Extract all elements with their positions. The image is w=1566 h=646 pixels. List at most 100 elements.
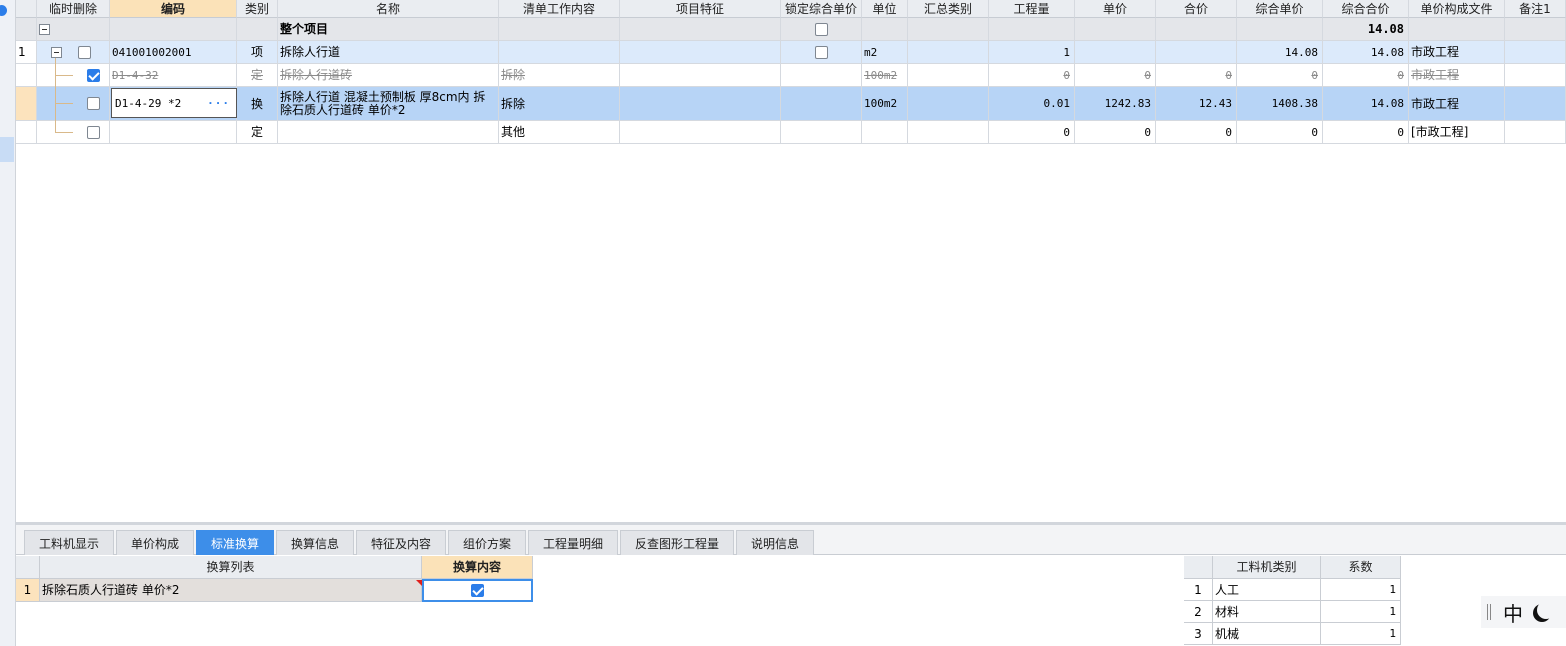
row-unit-price[interactable]: 1242.83 [1075, 87, 1156, 121]
table-row-selected[interactable]: 换 拆除人行道 混凝土预制板 厚8cm内 拆除石质人行道砖 单价*2 拆除 10… [16, 87, 1566, 121]
row-unit-price[interactable] [1075, 41, 1156, 64]
row-unit[interactable]: m2 [862, 41, 908, 64]
moon-icon[interactable] [1537, 601, 1555, 619]
row-unit[interactable]: 100m2 [862, 64, 908, 87]
tab-pricing-scheme[interactable]: 组价方案 [448, 530, 526, 555]
row-price-file[interactable]: [市政工程] [1409, 121, 1505, 144]
row-code[interactable] [110, 121, 237, 144]
factor-value[interactable]: 1 [1321, 579, 1401, 601]
row-remark[interactable] [1505, 41, 1566, 64]
row-work-content[interactable] [499, 41, 620, 64]
row-price-file[interactable]: 市政工程 [1409, 64, 1505, 87]
header-conversion-list[interactable]: 换算列表 [40, 556, 422, 579]
header-code[interactable]: 编码 [110, 0, 237, 18]
row-remark[interactable] [1505, 121, 1566, 144]
row-name[interactable] [278, 121, 499, 144]
header-material-category[interactable]: 工料机类别 [1213, 556, 1321, 579]
ime-mode-label[interactable]: 中 [1503, 598, 1523, 627]
temp-delete-checkbox[interactable] [78, 45, 91, 59]
row-name[interactable]: 拆除人行道 [278, 41, 499, 64]
row-summary-type[interactable] [908, 64, 989, 87]
row-work-content[interactable]: 其他 [499, 121, 620, 144]
row-work-content[interactable]: 拆除 [499, 64, 620, 87]
code-edit-input[interactable]: D1-4-29 *2 ··· [111, 88, 237, 118]
row-comp-total[interactable]: 14.08 [1323, 87, 1409, 121]
row-type[interactable]: 项 [237, 41, 278, 64]
row-comp-total[interactable]: 0 [1323, 121, 1409, 144]
conversion-row[interactable]: 1 拆除石质人行道砖 单价*2 [16, 579, 536, 602]
header-factor[interactable]: 系数 [1321, 556, 1401, 579]
header-unit-price[interactable]: 单价 [1075, 0, 1156, 18]
row-price-file[interactable]: 市政工程 [1409, 87, 1505, 121]
row-comp-total[interactable]: 0 [1323, 64, 1409, 87]
header-quantity[interactable]: 工程量 [989, 0, 1075, 18]
row-price-file[interactable]: 市政工程 [1409, 41, 1505, 64]
tab-conversion-info[interactable]: 换算信息 [276, 530, 354, 555]
collapse-icon[interactable] [0, 5, 7, 16]
row-type[interactable]: 定 [237, 121, 278, 144]
row-feature[interactable] [620, 64, 781, 87]
conversion-checkbox[interactable] [471, 584, 484, 597]
header-comp-total[interactable]: 综合合价 [1323, 0, 1409, 18]
row-total[interactable] [1156, 41, 1237, 64]
ime-toolbar[interactable]: 中 [1481, 596, 1566, 628]
lock-price-checkbox[interactable] [814, 22, 828, 36]
tab-description-info[interactable]: 说明信息 [736, 530, 814, 555]
header-temp-delete[interactable]: 临时删除 [37, 0, 110, 18]
header-summary-type[interactable]: 汇总类别 [908, 0, 989, 18]
header-unit[interactable]: 单位 [862, 0, 908, 18]
row-unit-price[interactable]: 0 [1075, 121, 1156, 144]
factor-row[interactable]: 3 机械 1 [1184, 623, 1401, 645]
row-quantity[interactable]: 1 [989, 41, 1075, 64]
row-type[interactable]: 换 [237, 87, 278, 121]
lock-price-checkbox[interactable] [814, 45, 828, 59]
temp-delete-checkbox[interactable] [87, 68, 100, 82]
row-comp-unit-price[interactable]: 14.08 [1237, 41, 1323, 64]
row-name[interactable]: 拆除人行道 混凝土预制板 厚8cm内 拆除石质人行道砖 单价*2 [278, 87, 499, 121]
row-summary-type[interactable] [908, 87, 989, 121]
row-feature[interactable] [620, 41, 781, 64]
tab-reverse-graphic-quantity[interactable]: 反查图形工程量 [620, 530, 734, 555]
factor-value[interactable]: 1 [1321, 601, 1401, 623]
factor-row[interactable]: 2 材料 1 [1184, 601, 1401, 623]
row-code[interactable]: 041001002001 [110, 41, 237, 64]
tab-features-content[interactable]: 特征及内容 [356, 530, 446, 555]
row-total[interactable]: 0 [1156, 121, 1237, 144]
header-remark[interactable]: 备注1 [1505, 0, 1566, 18]
conversion-name[interactable]: 拆除石质人行道砖 单价*2 [40, 579, 422, 602]
temp-delete-checkbox[interactable] [87, 97, 100, 110]
row-unit-price[interactable]: 0 [1075, 64, 1156, 87]
header-conversion-content[interactable]: 换算内容 [422, 556, 533, 579]
row-remark[interactable] [1505, 87, 1566, 121]
row-code[interactable]: D1-4-32 [110, 64, 237, 87]
drag-handle-icon[interactable] [1487, 604, 1491, 620]
collapse-toggle-icon[interactable] [51, 46, 62, 58]
header-comp-unit-price[interactable]: 综合单价 [1237, 0, 1323, 18]
row-quantity[interactable]: 0 [989, 121, 1075, 144]
table-row[interactable]: 1 041001002001 项 拆除人行道 m2 1 14.08 14.08 … [16, 41, 1566, 64]
row-feature[interactable] [620, 87, 781, 121]
header-price-file[interactable]: 单价构成文件 [1409, 0, 1505, 18]
row-comp-total[interactable]: 14.08 [1323, 41, 1409, 64]
header-type[interactable]: 类别 [237, 0, 278, 18]
row-name[interactable]: 拆除人行道砖 [278, 64, 499, 87]
header-name[interactable]: 名称 [278, 0, 499, 18]
tab-unit-price-composition[interactable]: 单价构成 [116, 530, 194, 555]
row-unit[interactable] [862, 121, 908, 144]
row-remark[interactable] [1505, 64, 1566, 87]
more-options-icon[interactable]: ··· [207, 97, 230, 110]
row-type[interactable]: 定 [237, 64, 278, 87]
temp-delete-checkbox[interactable] [87, 125, 100, 139]
factor-row[interactable]: 1 人工 1 [1184, 579, 1401, 601]
table-row[interactable]: 定 其他 0 0 0 0 0 [市政工程] [16, 121, 1566, 144]
row-summary-type[interactable] [908, 41, 989, 64]
project-row[interactable]: 整个项目 14.08 [16, 18, 1566, 41]
row-comp-unit-price[interactable]: 0 [1237, 64, 1323, 87]
tab-labor-material-machine[interactable]: 工料机显示 [24, 530, 114, 555]
header-total[interactable]: 合价 [1156, 0, 1237, 18]
table-row[interactable]: D1-4-32 定 拆除人行道砖 拆除 100m2 0 0 0 0 0 市政工程 [16, 64, 1566, 87]
header-work-content[interactable]: 清单工作内容 [499, 0, 620, 18]
header-feature[interactable]: 项目特征 [620, 0, 781, 18]
row-comp-unit-price[interactable]: 1408.38 [1237, 87, 1323, 121]
row-comp-unit-price[interactable]: 0 [1237, 121, 1323, 144]
